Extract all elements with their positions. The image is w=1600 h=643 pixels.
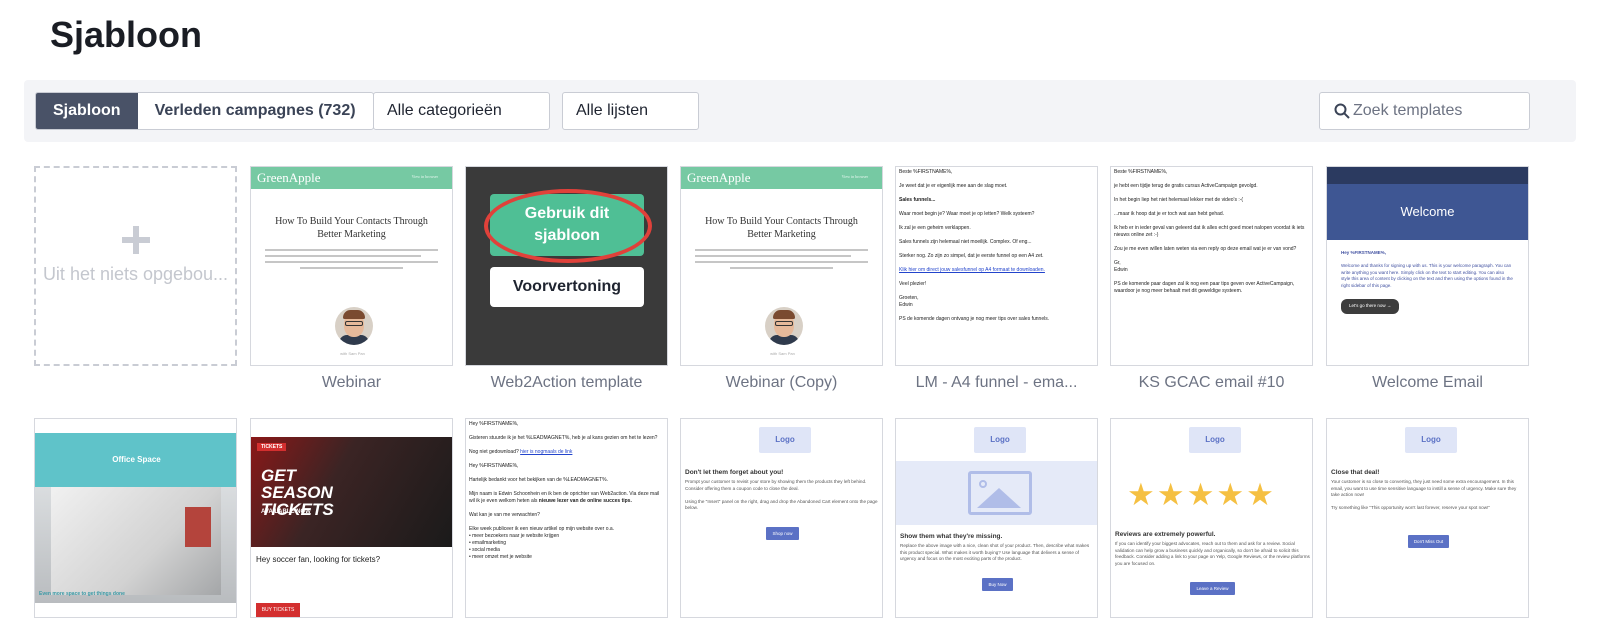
highlight-ring	[484, 189, 652, 263]
buy-tickets-button: BUY TICKETS	[256, 603, 300, 617]
template-thumb[interactable]: Logo Don't let them forget about you! Pr…	[680, 418, 883, 618]
logo-placeholder: Logo	[759, 427, 811, 453]
logo-placeholder: Logo	[1189, 427, 1241, 453]
template-thumb[interactable]: Gebruik dit sjabloon Voorvertoning	[465, 166, 668, 366]
star-rating-icon: ★★★★★	[1127, 477, 1276, 512]
brand-bar: GreenApple View in browser	[251, 167, 452, 189]
welcome-cta: Let's go there now →	[1341, 299, 1400, 314]
blank-template-thumb[interactable]: Uit het niets opgebou...	[34, 166, 237, 366]
template-thumb[interactable]: Welcome Hey %FIRSTNAME%, Welcome and than…	[1326, 166, 1529, 366]
shop-now-button: Shop now	[766, 526, 799, 540]
tickets-tag: TICKETS	[257, 443, 287, 451]
avatar	[335, 307, 373, 345]
office-brand: Office Space	[35, 433, 236, 487]
tab-templates[interactable]: Sjabloon	[36, 93, 138, 129]
closedeal-heading: Close that deal!	[1331, 469, 1380, 476]
avatar	[765, 307, 803, 345]
template-thumb[interactable]: Office Space Even more space to get thin…	[34, 418, 237, 618]
toolbar: Sjabloon Verleden campagnes (732) Alle c…	[24, 80, 1576, 142]
search-icon	[1334, 103, 1350, 119]
buy-now-button: Buy Now	[982, 577, 1013, 591]
tickets-heading: Hey soccer fan, looking for tickets?	[256, 555, 381, 564]
tickets-sub: AVAILABLE NOW	[261, 509, 311, 515]
template-thumb[interactable]: Logo Show them what they're missing. Rep…	[895, 418, 1098, 618]
template-thumb[interactable]: Logo Close that deal! Your customer is s…	[1326, 418, 1529, 618]
template-name: Webinar (Copy)	[725, 374, 838, 391]
template-thumb[interactable]: Hey %FIRSTNAME%, Gisteren stuurde ik je h…	[465, 418, 668, 618]
page-title: Sjabloon	[50, 14, 202, 55]
template-thumb[interactable]: Logo ★★★★★ Reviews are extremely powerfu…	[1110, 418, 1313, 618]
template-name: Webinar	[321, 374, 382, 391]
list-dropdown[interactable]: Alle lijsten	[562, 92, 699, 130]
template-thumb[interactable]: Beste %FIRSTNAME%, Je weet dat je er eige…	[895, 166, 1098, 366]
tab-past-campaigns[interactable]: Verleden campagnes (732)	[138, 93, 373, 129]
logo-placeholder: Logo	[1405, 427, 1457, 453]
template-thumb[interactable]: GreenApple View in browser How To Build Y…	[680, 166, 883, 366]
product-heading: Show them what they're missing.	[900, 533, 1003, 540]
template-name: KS GCAC email #10	[1138, 374, 1285, 391]
template-name: Welcome Email	[1372, 374, 1483, 391]
view-toggle: Sjabloon Verleden campagnes (732)	[35, 92, 374, 130]
email-headline: How To Build Your Contacts Through Bette…	[705, 216, 858, 240]
reviews-heading: Reviews are extremely powerful.	[1115, 531, 1216, 538]
dont-miss-out-button: Don't Miss Out	[1407, 534, 1450, 548]
leave-review-button: Leave a Review	[1190, 582, 1235, 595]
template-thumb[interactable]: Beste %FIRSTNAME%, je hebt een tijdje ter…	[1110, 166, 1313, 366]
welcome-banner: Welcome	[1327, 184, 1528, 240]
blank-template-label: Uit het niets opgebou...	[42, 264, 229, 284]
plus-icon	[122, 226, 150, 254]
search-input[interactable]	[1353, 93, 1523, 129]
brand-name: GreenApple	[257, 170, 321, 185]
template-thumb[interactable]: TICKETS GET SEASON TICKETS AVAILABLE NOW…	[250, 418, 453, 618]
brand-name: GreenApple	[687, 170, 751, 185]
template-name: Web2Action template	[490, 374, 643, 391]
office-foot: Even more space to get things done	[39, 591, 125, 597]
lead-link: hier is nogmaals de link	[520, 449, 573, 455]
template-thumb[interactable]: GreenApple View in browser How To Build Y…	[250, 166, 453, 366]
template-name: LM - A4 funnel - ema...	[915, 374, 1078, 391]
brand-bar: GreenApple View in browser	[681, 167, 882, 189]
abandoned-heading: Don't let them forget about you!	[685, 469, 784, 476]
email-headline: How To Build Your Contacts Through Bette…	[275, 216, 428, 240]
logo-placeholder: Logo	[974, 427, 1026, 453]
lead-greeting: Hey %FIRSTNAME%,	[469, 421, 519, 427]
preview-button[interactable]: Voorvertoning	[490, 267, 644, 307]
category-dropdown[interactable]: Alle categorieën	[373, 92, 550, 130]
image-placeholder-icon	[968, 471, 1032, 515]
search-box	[1319, 92, 1530, 130]
